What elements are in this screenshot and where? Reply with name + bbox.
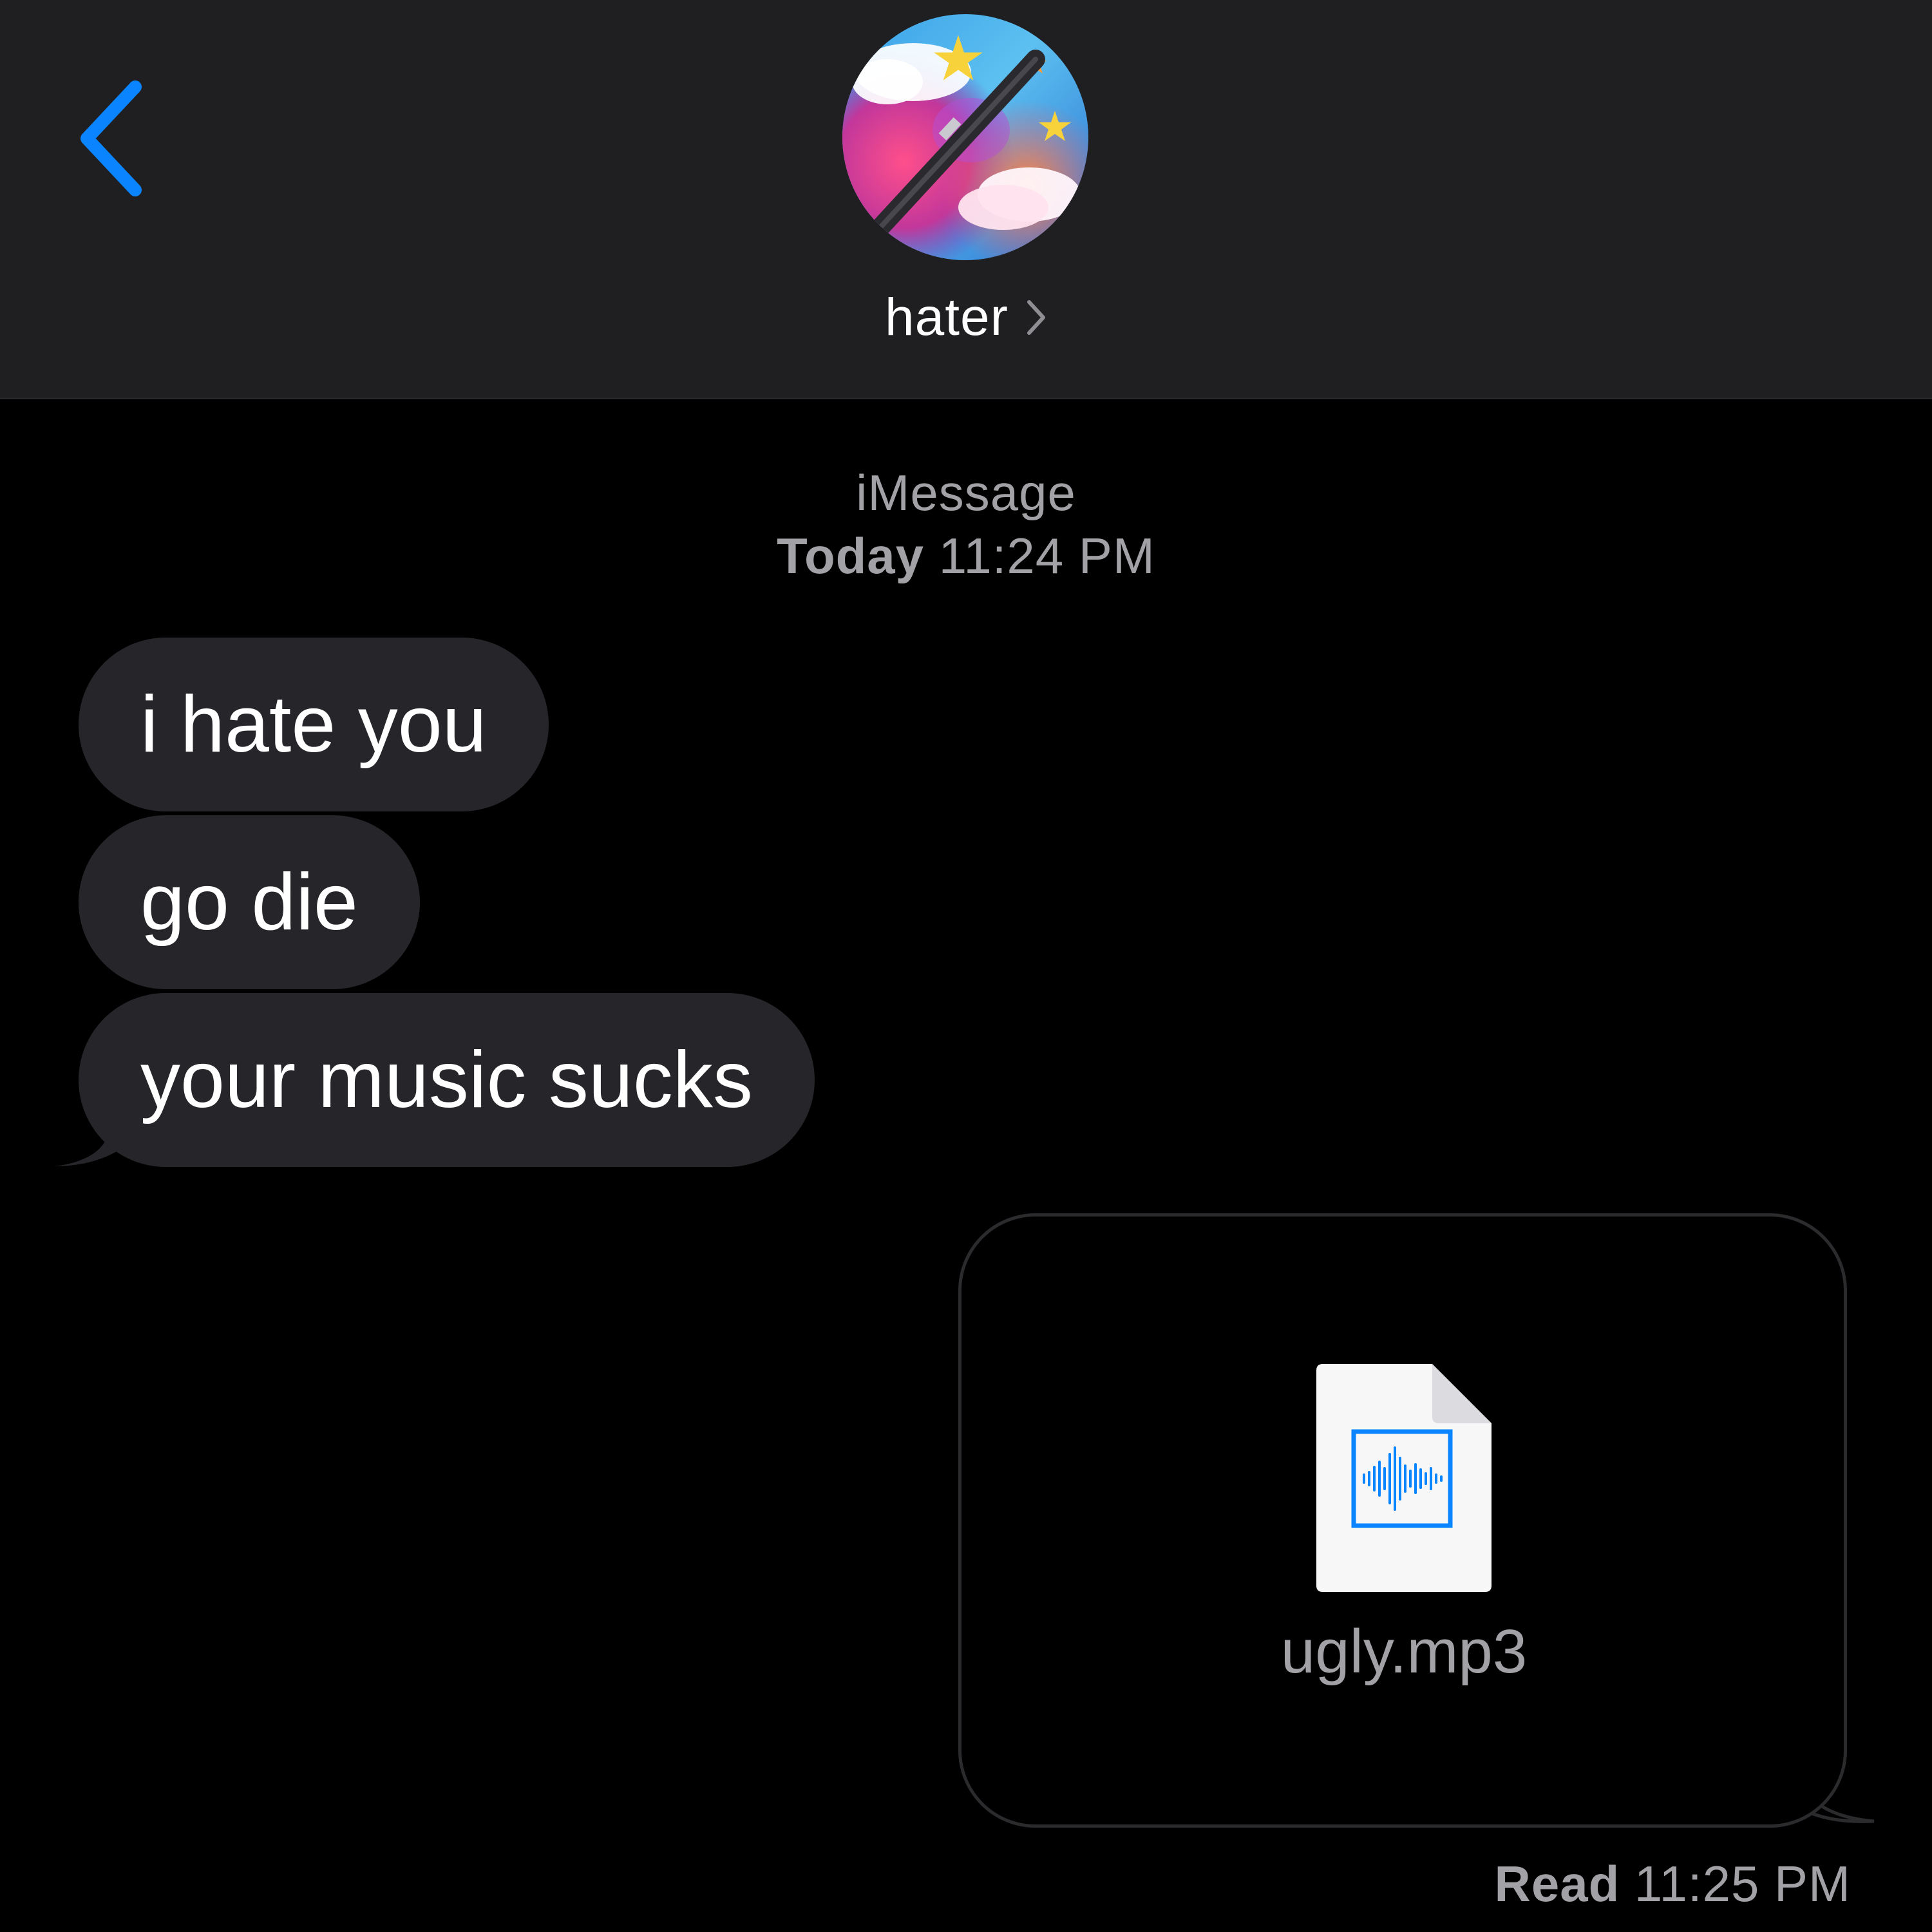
incoming-message-bubble[interactable]: go die [79,815,420,989]
message-text: i hate you [140,680,487,769]
incoming-message-bubble[interactable]: i hate you [79,638,549,811]
audio-file-icon[interactable] [1316,1364,1492,1592]
message-text: your music sucks [140,1036,753,1124]
conversation-timestamp: Today 11:24 PM [0,527,1932,585]
chevron-right-icon [1027,300,1045,335]
contact-name-button[interactable]: hater [837,282,1095,353]
timestamp-time: 11:24 PM [938,527,1155,584]
chevron-left-icon[interactable] [71,77,148,200]
read-receipt: Read 11:25 PM [1495,1855,1851,1913]
attachment-file-name: ugly.mp3 [1280,1617,1528,1686]
avatar[interactable] [842,14,1088,260]
conversation-header: hater [0,0,1932,399]
read-status: Read [1494,1855,1620,1912]
message-text: go die [140,858,358,947]
contact-name: hater [885,288,1009,346]
avatar-image [842,14,1088,260]
service-label: iMessage [856,464,1076,521]
read-time: 11:25 PM [1634,1855,1851,1912]
incoming-message-bubble[interactable]: your music sucks [79,993,815,1167]
timestamp-date: Today [777,527,925,584]
